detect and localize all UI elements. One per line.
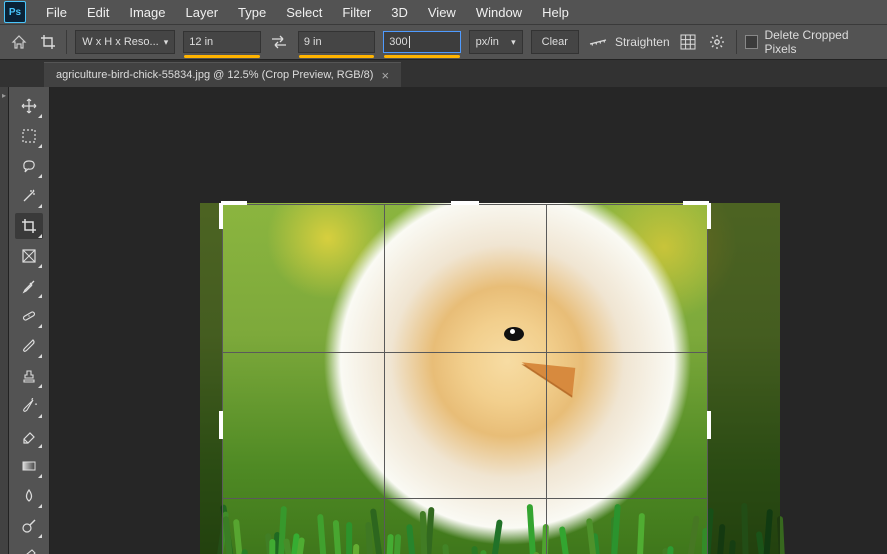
menu-layer[interactable]: Layer <box>176 1 229 24</box>
image-content <box>200 487 780 554</box>
menu-edit[interactable]: Edit <box>77 1 119 24</box>
delete-cropped-checkbox[interactable] <box>745 35 759 49</box>
straighten-label: Straighten <box>615 35 670 49</box>
document-tab[interactable]: agriculture-bird-chick-55834.jpg @ 12.5%… <box>44 62 401 87</box>
chevron-down-icon: ▾ <box>164 37 169 48</box>
menu-bar: Ps FileEditImageLayerTypeSelectFilter3DV… <box>0 0 887 24</box>
crop-preset-dropdown[interactable]: W x H x Reso... ▾ <box>75 30 175 54</box>
close-icon[interactable]: × <box>381 68 389 83</box>
delete-cropped-label: Delete Cropped Pixels <box>764 28 879 56</box>
crop-preset-label: W x H x Reso... <box>82 36 158 48</box>
chevron-down-icon: ▾ <box>511 37 516 48</box>
image-content <box>510 329 515 334</box>
pen-tool[interactable] <box>15 543 43 554</box>
crop-dimmed-area <box>707 203 780 554</box>
resolution-unit-dropdown[interactable]: px/in ▾ <box>469 30 523 54</box>
workspace: ▸ <box>0 87 887 554</box>
swap-dimensions-icon[interactable] <box>269 31 290 53</box>
crop-resolution-value: 300 <box>389 36 407 48</box>
crop-height-input[interactable]: 9 in <box>298 31 375 53</box>
image-content <box>519 362 576 395</box>
delete-cropped-pixels-option[interactable]: Delete Cropped Pixels <box>745 28 879 56</box>
highlight-underline <box>384 55 459 58</box>
menu-3d[interactable]: 3D <box>381 1 418 24</box>
straighten-button[interactable]: Straighten <box>587 31 670 53</box>
crop-dimmed-area <box>200 203 223 554</box>
menu-type[interactable]: Type <box>228 1 276 24</box>
menu-file[interactable]: File <box>36 1 77 24</box>
straighten-icon <box>587 31 609 53</box>
clear-button-label: Clear <box>542 36 568 48</box>
crop-height-value: 9 in <box>304 36 322 48</box>
panel-expander-left[interactable]: ▸ <box>0 87 9 554</box>
highlight-underline <box>184 55 259 58</box>
crop-settings-icon[interactable] <box>707 31 728 53</box>
app-logo: Ps <box>4 1 26 23</box>
crop-width-input[interactable]: 12 in <box>183 31 260 53</box>
document-tab-title: agriculture-bird-chick-55834.jpg @ 12.5%… <box>56 69 373 81</box>
tools-panel <box>9 87 50 554</box>
home-icon[interactable] <box>8 31 29 53</box>
crop-width-value: 12 in <box>189 36 213 48</box>
menu-filter[interactable]: Filter <box>332 1 381 24</box>
chevron-right-icon: ▸ <box>2 91 6 100</box>
menu-help[interactable]: Help <box>532 1 579 24</box>
menu-image[interactable]: Image <box>119 1 175 24</box>
menu-window[interactable]: Window <box>466 1 532 24</box>
crop-overlay-options-icon[interactable] <box>678 31 699 53</box>
crop-resolution-input[interactable]: 300 <box>383 31 460 53</box>
crop-tool-icon[interactable] <box>37 31 58 53</box>
clear-button[interactable]: Clear <box>531 30 579 54</box>
menu-view[interactable]: View <box>418 1 466 24</box>
highlight-underline <box>299 55 374 58</box>
menu-select[interactable]: Select <box>276 1 332 24</box>
crop-options-bar: W x H x Reso... ▾ 12 in 9 in 300 px/in ▾… <box>0 24 887 60</box>
text-cursor <box>409 36 410 48</box>
document-tab-bar: agriculture-bird-chick-55834.jpg @ 12.5%… <box>0 60 887 87</box>
canvas[interactable] <box>50 87 887 554</box>
resolution-unit-value: px/in <box>476 36 499 48</box>
